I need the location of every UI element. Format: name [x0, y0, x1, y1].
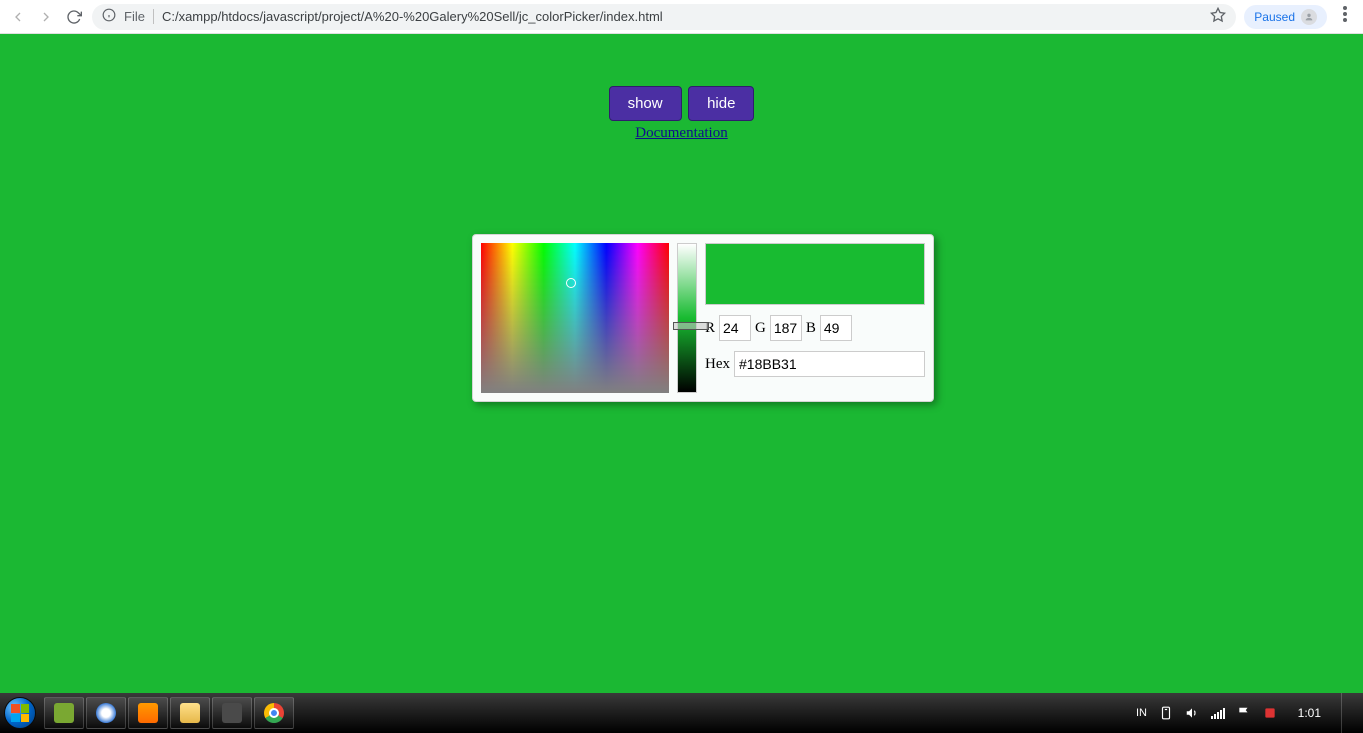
back-button[interactable] — [8, 7, 28, 27]
taskbar-app-explorer[interactable] — [170, 697, 210, 729]
taskbar-app-chrome[interactable] — [254, 697, 294, 729]
g-label: G — [755, 320, 766, 337]
browser-menu-button[interactable] — [1335, 6, 1355, 27]
b-input[interactable] — [820, 315, 852, 341]
power-icon[interactable] — [1159, 706, 1173, 720]
taskbar-app-sublime[interactable] — [212, 697, 252, 729]
g-input[interactable] — [770, 315, 802, 341]
show-button[interactable]: show — [609, 86, 682, 121]
hex-label: Hex — [705, 356, 730, 373]
top-controls: show hide Documentation — [0, 86, 1363, 142]
color-swatch — [705, 243, 925, 305]
site-info-icon[interactable] — [102, 8, 116, 25]
url-text: C:/xampp/htdocs/javascript/project/A%20-… — [162, 9, 663, 24]
sat-cursor-icon — [566, 278, 576, 288]
task-items — [44, 697, 294, 729]
start-button[interactable] — [0, 693, 40, 733]
profile-paused-pill[interactable]: Paused — [1244, 5, 1327, 29]
forward-button[interactable] — [36, 7, 56, 27]
hex-row: Hex — [705, 351, 925, 377]
network-icon[interactable] — [1211, 707, 1225, 719]
page-body: show hide Documentation R G B Hex — [0, 34, 1363, 693]
lightness-handle-icon — [673, 322, 709, 330]
hide-button[interactable]: hide — [688, 86, 754, 121]
picker-right-column: R G B Hex — [705, 243, 925, 393]
address-bar[interactable]: File C:/xampp/htdocs/javascript/project/… — [92, 4, 1236, 30]
taskbar-app-1[interactable] — [44, 697, 84, 729]
paused-label: Paused — [1254, 10, 1295, 24]
taskbar: IN 1:01 — [0, 693, 1363, 733]
b-label: B — [806, 320, 816, 337]
taskbar-app-3[interactable] — [128, 697, 168, 729]
separator — [153, 9, 154, 24]
hex-input[interactable] — [734, 351, 925, 377]
clock[interactable]: 1:01 — [1289, 706, 1321, 720]
flag-icon[interactable] — [1237, 706, 1251, 720]
taskbar-app-2[interactable] — [86, 697, 126, 729]
hue-saturation-panel[interactable] — [481, 243, 669, 393]
url-scheme-label: File — [124, 9, 145, 24]
windows-logo-icon — [4, 697, 36, 729]
bookmark-star-icon[interactable] — [1210, 7, 1226, 26]
volume-icon[interactable] — [1185, 706, 1199, 720]
documentation-link[interactable]: Documentation — [0, 125, 1363, 142]
browser-toolbar: File C:/xampp/htdocs/javascript/project/… — [0, 0, 1363, 34]
language-indicator[interactable]: IN — [1136, 707, 1147, 719]
rgb-row: R G B — [705, 315, 925, 341]
r-input[interactable] — [719, 315, 751, 341]
color-picker-panel: R G B Hex — [472, 234, 934, 402]
avatar-icon — [1301, 9, 1317, 25]
security-icon[interactable] — [1263, 706, 1277, 720]
system-tray: IN 1:01 — [1136, 693, 1363, 733]
show-desktop-button[interactable] — [1341, 693, 1351, 733]
reload-button[interactable] — [64, 7, 84, 27]
lightness-slider[interactable] — [677, 243, 697, 393]
